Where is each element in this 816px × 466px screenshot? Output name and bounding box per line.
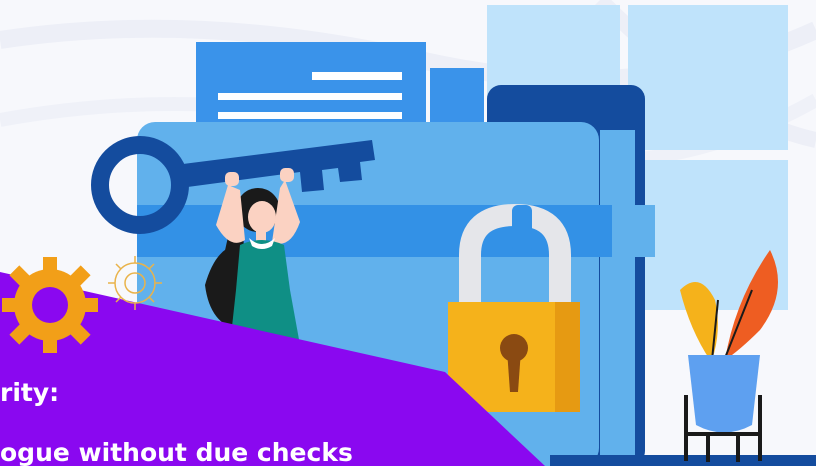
caption-line-1: rity: xyxy=(0,378,60,407)
caption-line-2: ogue without due checks xyxy=(0,438,353,466)
hero-illustration: rity: ogue without due checks xyxy=(0,0,816,466)
caption-area: rity: ogue without due checks xyxy=(0,0,816,466)
